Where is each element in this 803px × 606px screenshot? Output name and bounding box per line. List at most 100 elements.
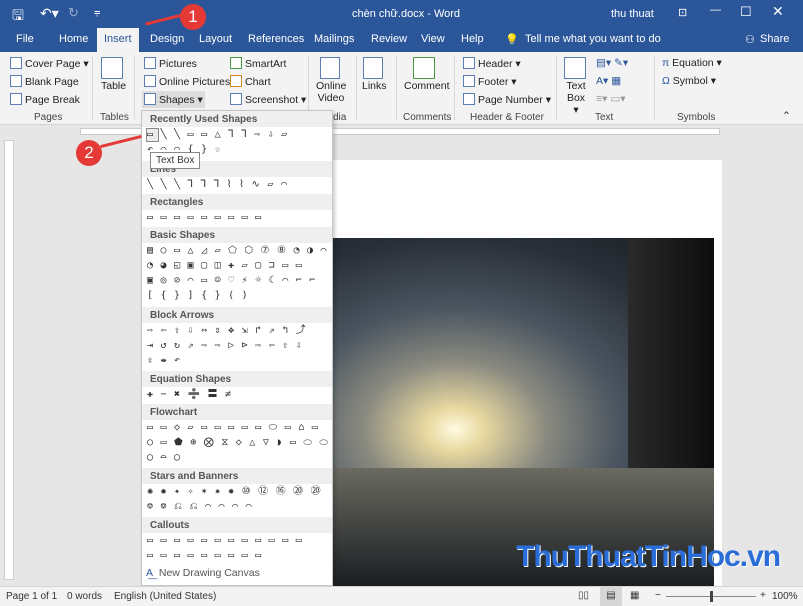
group-symbols: Symbols [677, 112, 716, 123]
tab-references[interactable]: References [248, 33, 304, 45]
online-video-icon [319, 57, 340, 79]
collapse-ribbon-icon[interactable]: ⌃ [782, 110, 791, 122]
cover-page-icon [10, 57, 22, 69]
shape-row[interactable]: ╲╲╲⅂⅂⅂⌇⌇∿▱⌒ [147, 178, 331, 192]
shape-row[interactable]: ▤○▭△◿▱⬠⬡⑦⑧◔◑⌒ [147, 244, 331, 258]
online-video-button[interactable]: Online Video [316, 57, 346, 104]
shape-row[interactable]: ▭▭▭▭▭▭▭▭▭▭▭▭ [147, 534, 331, 548]
text-box-icon [563, 57, 586, 79]
web-layout-icon[interactable]: ▦ [630, 590, 639, 601]
undo-icon[interactable]: ↶▾ [40, 5, 59, 22]
section-header: Basic Shapes [142, 227, 332, 243]
shape-row[interactable]: ⇳⇼↶ [147, 354, 331, 368]
quick-parts-icon[interactable]: ▤▾ ✎▾ [596, 57, 628, 69]
pictures-label: Pictures [159, 58, 197, 70]
zoom-level[interactable]: 100% [772, 591, 798, 602]
print-layout-icon[interactable]: ▤ [600, 587, 622, 606]
page-number-button[interactable]: Page Number ▾ [463, 93, 551, 106]
smartart-button[interactable]: SmartArt [230, 57, 286, 70]
shape-row[interactable]: ⇨⇦⇧⇩⇔⇕✥⇲↱⇗↰⤴ [147, 324, 331, 338]
shape-row[interactable]: ▭▭▭▭▭▭▭▭▭ [147, 211, 331, 225]
group-header-footer: Header & Footer [470, 112, 544, 123]
screenshot-button[interactable]: Screenshot ▾ [230, 93, 306, 106]
vertical-ruler[interactable] [4, 140, 14, 580]
share-button[interactable]: Share [760, 33, 789, 45]
inserted-photo[interactable] [333, 238, 714, 586]
symbol-label: Symbol ▾ [672, 75, 716, 87]
horizontal-ruler[interactable] [0, 125, 803, 138]
table-button[interactable]: Table [101, 57, 126, 92]
minimize-icon[interactable]: — [710, 4, 721, 16]
selected-shape-highlight [146, 128, 159, 142]
blank-page-button[interactable]: Blank Page [10, 75, 79, 88]
shape-row[interactable]: ▣◎⊘⌒▭☺♡⚡☼☾⌒⌐⌐ [147, 274, 331, 288]
new-drawing-canvas-item[interactable]: A͟ New Drawing Canvas [146, 567, 260, 579]
word-count[interactable]: 0 words [67, 591, 102, 602]
symbol-button[interactable]: Ω Symbol ▾ [662, 75, 716, 87]
footer-button[interactable]: Footer ▾ [463, 75, 517, 88]
section-header: Rectangles [142, 194, 332, 210]
user-name[interactable]: thu thuat [611, 8, 654, 20]
zoom-slider-thumb[interactable] [710, 591, 713, 602]
page-break-button[interactable]: Page Break [10, 93, 80, 106]
shape-row[interactable]: ✚−✖➗〓≠ [147, 388, 331, 402]
links-button[interactable]: Links [362, 57, 387, 92]
shape-row[interactable]: [{}]{}() [147, 289, 331, 303]
chart-icon [230, 75, 242, 87]
tab-file[interactable]: File [16, 33, 34, 45]
pictures-button[interactable]: Pictures [144, 57, 197, 70]
drop-cap-icon[interactable]: ≡▾ ▭▾ [596, 93, 626, 105]
shapes-button[interactable]: Shapes ▾ [142, 91, 205, 108]
tab-mailings[interactable]: Mailings [314, 33, 354, 45]
shape-row[interactable]: ◔◕◱▣▢◫✚▱▢⊐▭▭ [147, 259, 331, 273]
omega-icon: Ω [662, 75, 673, 87]
shape-row[interactable]: ⎊⎊⎌⎌⌒⌒⌒⌒ [147, 500, 331, 514]
read-mode-icon[interactable]: ▯▯ [578, 590, 589, 601]
shape-row[interactable]: ◯⌓◯ [147, 451, 331, 465]
tab-view[interactable]: View [421, 33, 445, 45]
zoom-in-button[interactable]: + [760, 590, 766, 601]
shape-row[interactable]: ▭▭◇▱▭▭▭▭▭⬭▭⌂▭ [147, 421, 331, 435]
language[interactable]: English (United States) [114, 591, 216, 602]
shape-row[interactable]: ⇥↺↻⇗⇨⇨▷⊳⇨⇦⇧⇩ [147, 339, 331, 353]
close-icon[interactable]: ✕ [772, 3, 784, 20]
tab-home[interactable]: Home [59, 33, 88, 45]
pictures-icon [144, 57, 156, 69]
redo-icon[interactable]: ↻ [68, 5, 79, 21]
shape-row[interactable]: ▭▭▭▭▭▭▭▭▭ [147, 549, 331, 563]
header-button[interactable]: Header ▾ [463, 57, 521, 70]
shape-row[interactable]: ▭╲╲▭▭△⅂⅂⇨⇩▱ [147, 128, 331, 142]
ribbon-display-icon[interactable]: ⊡ [678, 6, 687, 19]
chart-button[interactable]: Chart [230, 75, 271, 88]
comment-button[interactable]: Comment [404, 57, 450, 92]
text-box-tooltip: Text Box [150, 152, 201, 169]
smartart-label: SmartArt [245, 58, 287, 70]
cover-page-button[interactable]: Cover Page ▾ [10, 57, 89, 70]
equation-label: Equation [672, 57, 714, 69]
equation-button[interactable]: π Equation ▾ [662, 57, 722, 69]
save-icon[interactable]: 🖫 [12, 5, 24, 29]
shape-row[interactable]: ✺✹✦✧✶✷✸⑩⑫⑯⑳⑳ [147, 485, 331, 499]
canvas-icon: A͟ [146, 567, 154, 579]
customize-toolbar-icon[interactable]: ⩦ [94, 6, 100, 19]
maximize-icon[interactable]: ☐ [740, 4, 752, 20]
text-box-button[interactable]: Text Box ▾ [563, 57, 589, 116]
wordart-icon[interactable]: A▾ ▦ [596, 75, 621, 87]
lightbulb-icon: 💡 [505, 34, 519, 46]
page-count[interactable]: Page 1 of 1 [6, 591, 57, 602]
zoom-slider[interactable] [666, 591, 756, 602]
header-label: Header ▾ [478, 58, 521, 70]
tab-help[interactable]: Help [461, 33, 484, 45]
comment-icon [412, 57, 435, 79]
shape-row[interactable]: ○▭⬟⊕⨂⧖◇△▽◗▭⬭⬭ [147, 436, 331, 450]
links-icon [362, 57, 383, 79]
tab-insert[interactable]: Insert [97, 28, 139, 52]
page-break-label: Page Break [25, 94, 80, 106]
tab-review[interactable]: Review [371, 33, 407, 45]
title-bar: 🖫 ↶▾ ↻ ⩦ chèn chữ.docx - Word thu thuat … [0, 0, 803, 28]
tell-me-search[interactable]: Tell me what you want to do [525, 33, 661, 45]
tab-layout[interactable]: Layout [199, 33, 232, 45]
zoom-out-button[interactable]: − [655, 590, 661, 601]
online-pictures-button[interactable]: Online Pictures [144, 75, 230, 88]
tab-design[interactable]: Design [150, 33, 184, 45]
